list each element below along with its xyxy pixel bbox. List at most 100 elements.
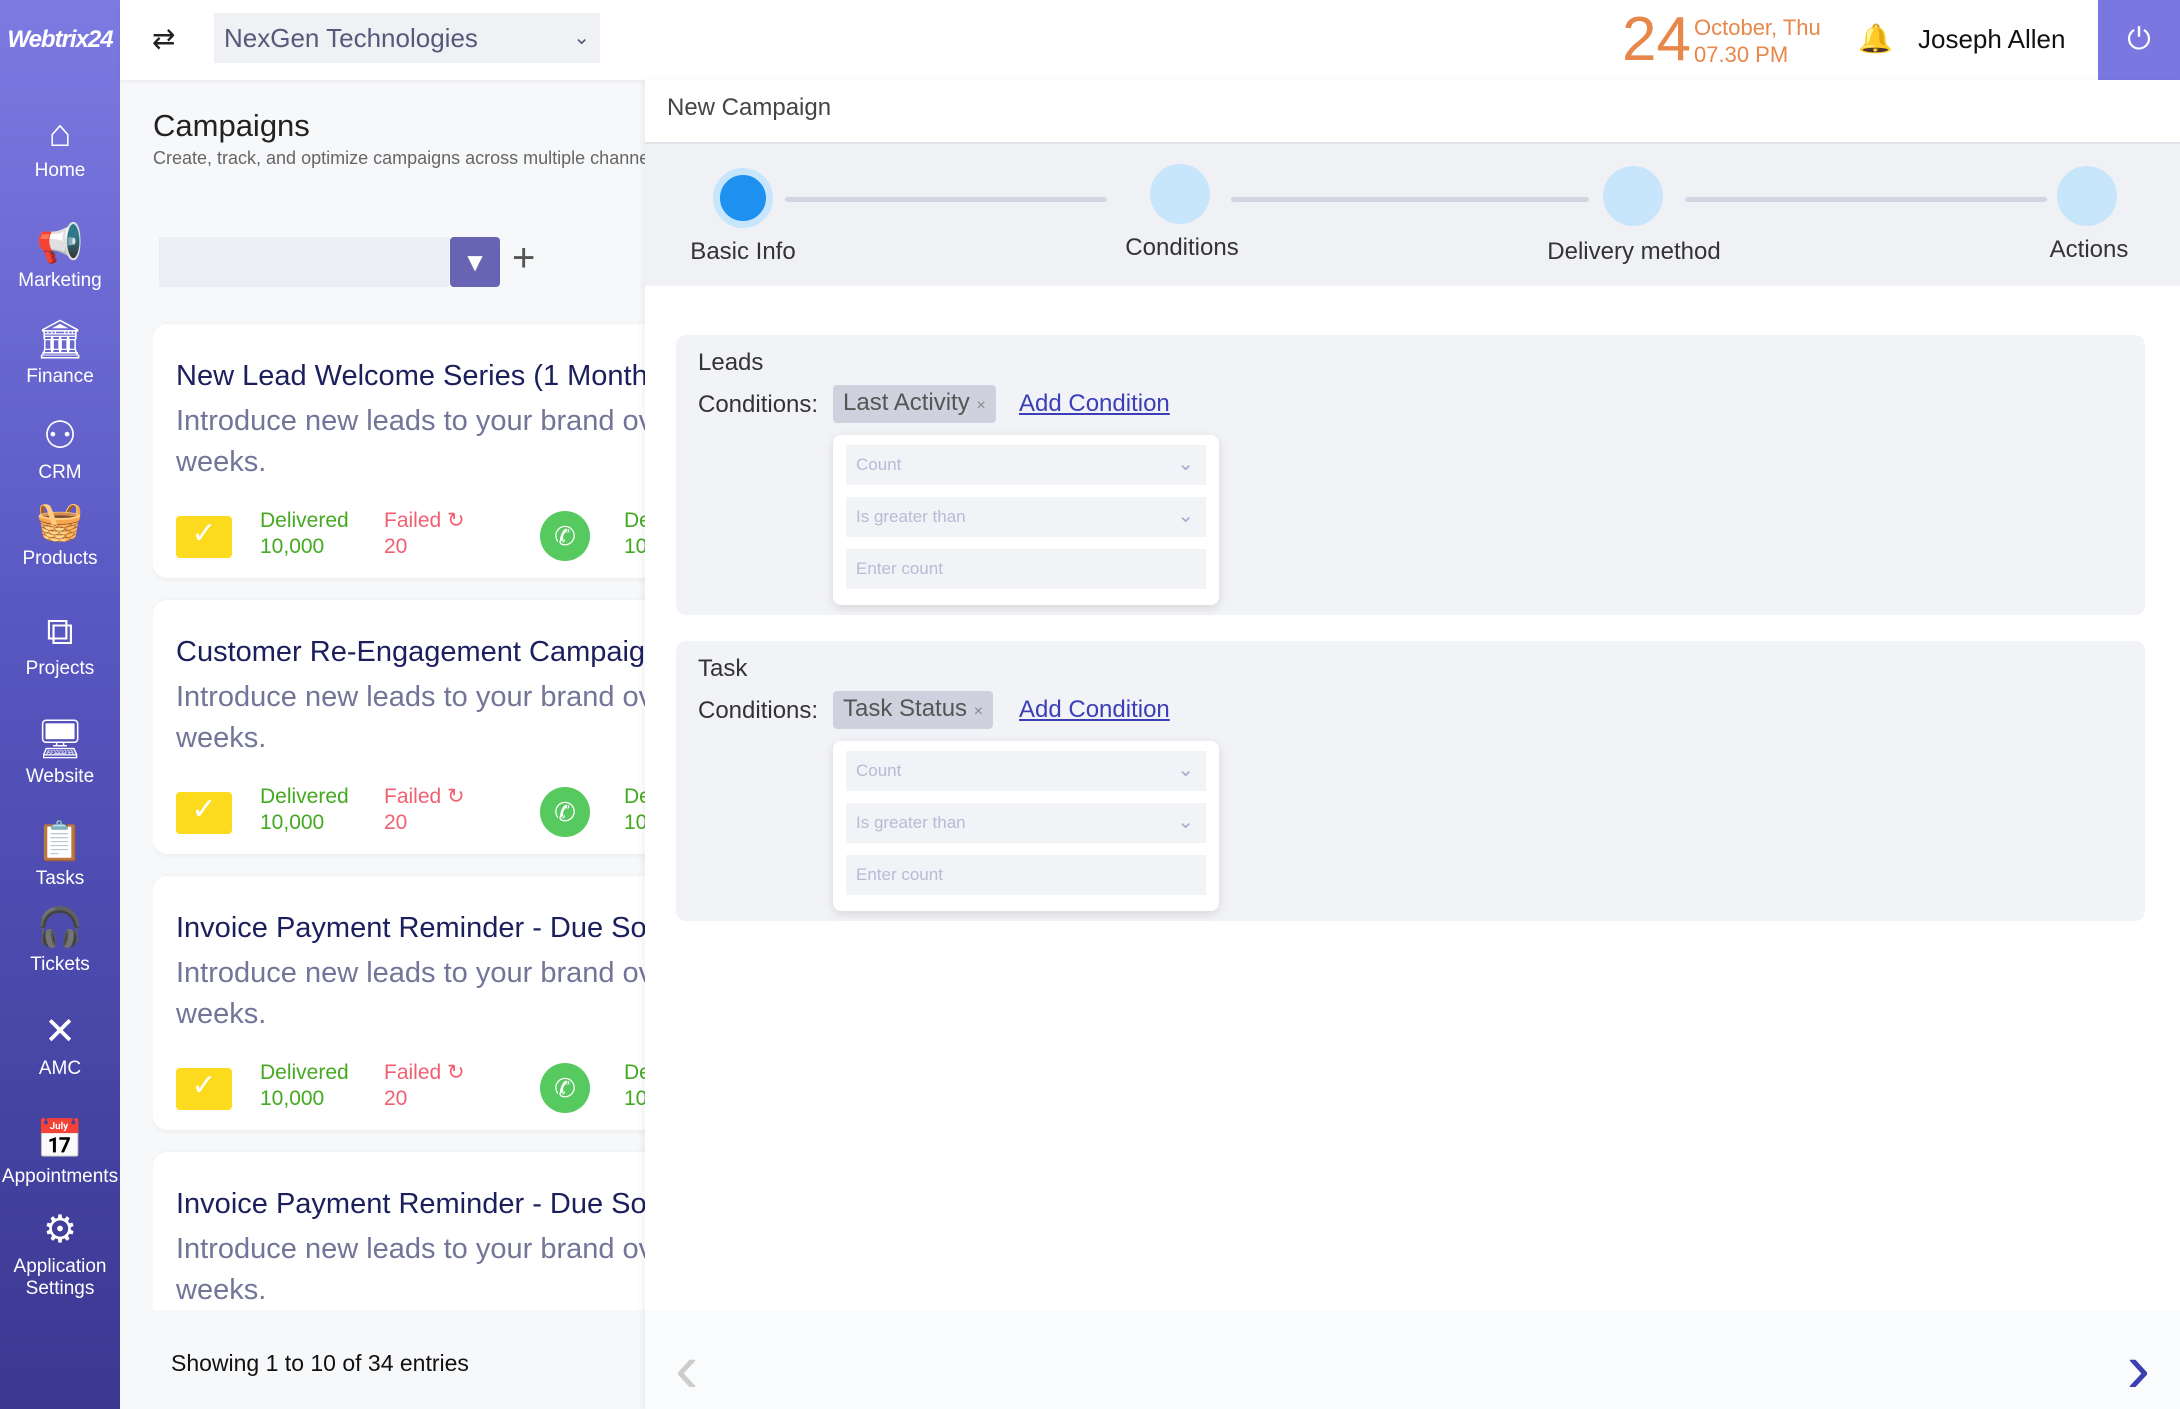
campaign-title: New Lead Welcome Series (1 Month) <box>176 360 645 392</box>
delivered-label: Delivered <box>260 1061 349 1084</box>
add-condition-link[interactable]: Add Condition <box>1019 390 1170 418</box>
add-condition-link[interactable]: Add Condition <box>1019 696 1170 724</box>
sidebar-item-finance[interactable]: 🏛 Finance <box>0 318 120 388</box>
step-connector <box>785 197 1107 202</box>
chevron-down-icon: ⌄ <box>1177 453 1194 475</box>
sidebar-item-projects[interactable]: ⧉ Projects <box>0 610 120 680</box>
sidebar-item-tickets[interactable]: 🎧 Tickets <box>0 906 120 976</box>
count-input[interactable]: Enter count <box>846 855 1206 895</box>
campaign-description: Introduce new leads to your brand over w… <box>176 681 645 754</box>
company-select[interactable]: NexGen Technologies ⌄ <box>214 13 600 63</box>
step-dot-actions[interactable] <box>2057 166 2117 226</box>
whatsapp-delivered-label: De <box>624 509 645 532</box>
delivered-count: 10,000 <box>260 535 325 558</box>
count-input[interactable]: Enter count <box>846 549 1206 589</box>
sidebar-item-products[interactable]: 🧺 Products <box>0 500 120 570</box>
close-icon[interactable]: × <box>974 703 983 720</box>
metric-select-value: Count <box>856 761 902 780</box>
operator-select[interactable]: Is greater than ⌄ <box>846 497 1206 537</box>
headset-icon: 🎧 <box>36 907 84 949</box>
operator-select[interactable]: Is greater than ⌄ <box>846 803 1206 843</box>
sidebar-item-label: Finance <box>26 366 94 387</box>
delivered-stat: Delivered 10,000 <box>260 784 349 836</box>
email-icon: ✓ <box>176 516 232 558</box>
retry-icon[interactable]: ↻ <box>447 1061 465 1084</box>
date-month: October, Thu <box>1694 15 1821 40</box>
sidebar-item-amc[interactable]: ✕ AMC <box>0 1010 120 1080</box>
metric-select[interactable]: Count ⌄ <box>846 751 1206 791</box>
chevron-down-icon: ⌄ <box>1177 811 1194 833</box>
step-label: Conditions <box>1125 234 1239 261</box>
calendar-icon: 📅 <box>36 1119 84 1161</box>
whatsapp-delivered-label: De <box>624 785 645 808</box>
filter-icon: ▼ <box>462 246 488 277</box>
campaign-card[interactable]: Invoice Payment Reminder - Due Soon Intro… <box>153 876 645 1130</box>
close-icon[interactable]: × <box>976 397 985 414</box>
campaign-card[interactable]: Customer Re-Engagement Campaign Introduce… <box>153 600 645 854</box>
filter-button[interactable]: ▼ <box>450 237 500 287</box>
sidebar-item-appointments[interactable]: 📅 Appointments <box>0 1118 120 1188</box>
failed-stat: Failed ↻ 20 <box>384 508 465 560</box>
condition-popover: Count ⌄ Is greater than ⌄ Enter count <box>833 435 1219 605</box>
search-input[interactable] <box>159 237 449 287</box>
delivered-stat: Delivered 10,000 <box>260 508 349 560</box>
step-label: Actions <box>2049 236 2129 263</box>
delivered-stat: Delivered 10,000 <box>260 1060 349 1112</box>
whatsapp-icon: ✆ <box>540 511 590 561</box>
campaign-stats: ✓ Delivered 10,000 Failed ↻ 20 ✆ De 10, <box>176 1060 645 1120</box>
page-title: Campaigns <box>153 108 310 143</box>
bell-icon[interactable]: 🔔 <box>1858 22 1893 55</box>
sidebar-item-crm[interactable]: ⚇ CRM <box>0 414 120 484</box>
campaign-card[interactable]: Invoice Payment Reminder - Due Soon Intro… <box>153 1152 645 1310</box>
sidebar-item-label: Home <box>34 160 86 181</box>
date-day: 24 <box>1622 5 1691 74</box>
website-icon: 🖥 <box>35 719 85 761</box>
stepper: Basic Info Conditions Delivery method Ac… <box>645 142 2180 286</box>
retry-icon[interactable]: ↻ <box>447 785 465 808</box>
sidebar-item-website[interactable]: 🖥 Website <box>0 718 120 788</box>
campaign-description: Introduce new leads to your brand over w… <box>176 1233 645 1306</box>
condition-chip[interactable]: Task Status × <box>833 691 994 729</box>
failed-stat: Failed ↻ 20 <box>384 784 465 836</box>
next-button[interactable]: › <box>2127 1328 2150 1408</box>
step-dot-basic-info[interactable] <box>713 168 773 228</box>
chevron-down-icon: ⌄ <box>573 27 590 49</box>
time: 07.30 PM <box>1694 42 1789 67</box>
sidebar-item-home[interactable]: ⌂ Home <box>0 112 120 182</box>
people-icon: ⚇ <box>42 415 78 457</box>
user-name[interactable]: Joseph Allen <box>1918 24 2065 55</box>
project-flow-icon: ⧉ <box>46 611 74 653</box>
whatsapp-icon: ✆ <box>540 787 590 837</box>
sidebar-item-marketing[interactable]: 📢 Marketing <box>0 222 120 292</box>
condition-popover: Count ⌄ Is greater than ⌄ Enter count <box>833 741 1219 911</box>
email-icon: ✓ <box>176 1068 232 1110</box>
campaign-list: New Lead Welcome Series (1 Month) Introdu… <box>153 320 645 1310</box>
condition-chip[interactable]: Last Activity × <box>833 385 996 423</box>
count-placeholder: Enter count <box>856 559 943 578</box>
sidebar-item-label: Appointments <box>1 1166 119 1187</box>
new-campaign-panel: New Campaign Basic Info Conditions Deliv… <box>645 80 2180 1409</box>
bank-icon: 🏛 <box>35 319 85 361</box>
campaign-description: Introduce new leads to your brand over w… <box>176 957 645 1030</box>
step-dot-delivery-method[interactable] <box>1603 166 1663 226</box>
chevron-down-icon: ⌄ <box>1177 759 1194 781</box>
step-connector <box>1231 197 1589 202</box>
campaign-stats: ✓ Delivered 10,000 Failed ↻ 20 ✆ De 10, <box>176 508 645 568</box>
condition-section-leads: Leads Conditions: Last Activity × Add Co… <box>676 335 2145 615</box>
sidebar-item-label: AMC <box>38 1058 82 1079</box>
sidebar-item-application-settings[interactable]: ⚙ Application Settings <box>0 1208 120 1300</box>
step-dot-conditions[interactable] <box>1150 164 1210 224</box>
campaign-card[interactable]: New Lead Welcome Series (1 Month) Introdu… <box>153 324 645 578</box>
previous-button[interactable]: ‹ <box>675 1328 698 1408</box>
swap-icon[interactable]: ⇄ <box>152 22 175 55</box>
power-icon[interactable]: ⏻ <box>2098 0 2180 80</box>
add-button[interactable]: + <box>512 236 535 281</box>
sidebar: Webtrix24 ⌂ Home 📢 Marketing 🏛 Finance ⚇ CRM 🧺 Pr… <box>0 0 120 1409</box>
condition-section-task: Task Conditions: Task Status × Add Condi… <box>676 641 2145 921</box>
metric-select[interactable]: Count ⌄ <box>846 445 1206 485</box>
count-placeholder: Enter count <box>856 865 943 884</box>
campaign-title: Customer Re-Engagement Campaign <box>176 636 645 668</box>
campaign-stats: ✓ Delivered 10,000 Failed ↻ 20 ✆ De 10, <box>176 784 645 844</box>
sidebar-item-tasks[interactable]: 📋 Tasks <box>0 820 120 890</box>
retry-icon[interactable]: ↻ <box>447 509 465 532</box>
